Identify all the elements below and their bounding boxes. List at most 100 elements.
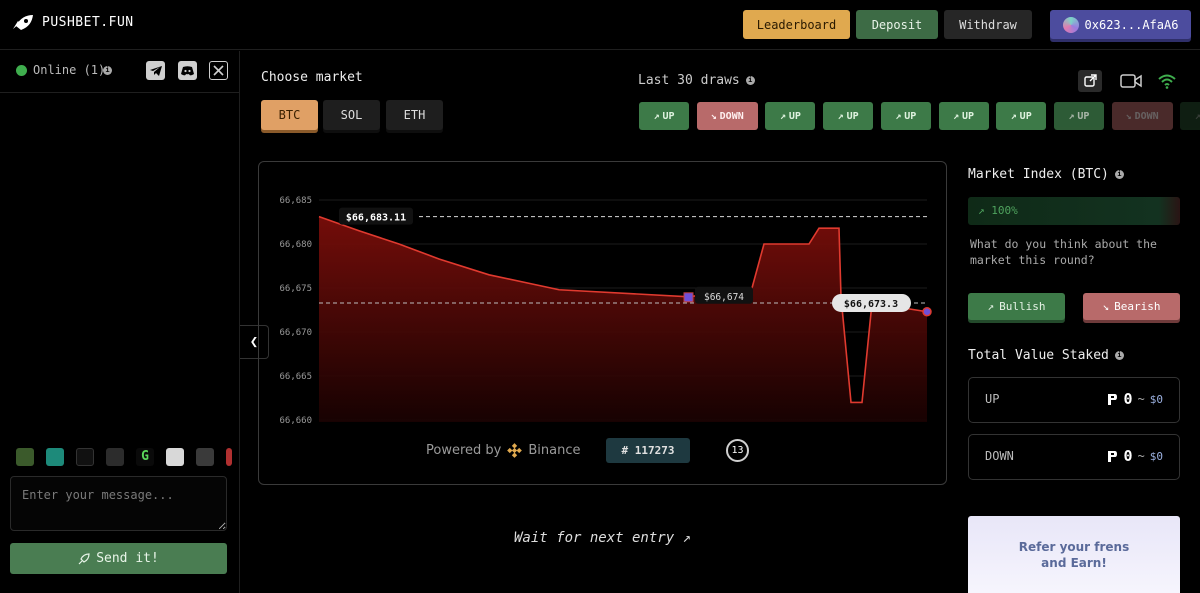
draws-history: ↗UP↘DOWN↗UP↗UP↗UP↗UP↗UP↗UP↘DOWN↗UP	[639, 102, 1200, 131]
draw-up-badge: ↗UP	[938, 102, 989, 130]
x-twitter-icon[interactable]	[209, 61, 228, 80]
draw-label: UP	[904, 110, 917, 122]
binance-logo-icon	[507, 443, 523, 458]
mid-price-marker	[683, 292, 694, 303]
arrow-down-right-icon: ↘	[710, 110, 717, 122]
price-chart: 66,685 66,680 66,675 66,670 66,665 66,660 $66,…	[279, 196, 932, 426]
emoji-green-g-icon[interactable]: G	[136, 448, 154, 466]
info-icon[interactable]: i	[745, 76, 755, 85]
powered-by: Powered by Binance	[426, 443, 580, 458]
draw-label: UP	[846, 110, 859, 122]
wallet-address: 0x623...AfaA6	[1084, 17, 1179, 32]
emoji-glasses-icon[interactable]	[106, 448, 124, 466]
info-icon[interactable]: i	[1114, 170, 1124, 179]
wallet-button[interactable]: 0x623...AfaA6	[1050, 10, 1191, 39]
start-price-label: $66,683.11	[346, 213, 406, 224]
arrow-up-right-icon: ↗	[779, 110, 786, 122]
draw-label: UP	[961, 110, 975, 122]
draw-label: DOWN	[1134, 110, 1159, 122]
arrow-up-right-icon: ↗	[1068, 110, 1075, 122]
stake-down-value: 0 ~ $0	[1107, 447, 1163, 465]
stake-up-amount: 0	[1123, 390, 1133, 408]
chat-message-input[interactable]	[10, 476, 227, 531]
wait-text: Wait for next entry	[514, 530, 675, 546]
info-icon[interactable]: i	[103, 66, 112, 75]
online-count: Online (1)	[33, 63, 106, 77]
video-camera-icon	[1120, 74, 1142, 88]
deposit-button[interactable]: Deposit	[856, 10, 938, 39]
rocket-icon	[78, 552, 90, 564]
total-staked-label: Total Value Staked i	[968, 348, 1124, 363]
stake-down-box: DOWN 0 ~ $0	[968, 434, 1180, 480]
draw-label: UP	[662, 110, 675, 122]
bullish-button[interactable]: ↗ Bullish	[968, 293, 1065, 320]
draw-up-badge: ↗UP	[823, 102, 874, 130]
market-index-label: Market Index (BTC) i	[968, 167, 1124, 182]
video-button[interactable]	[1119, 70, 1143, 92]
draw-up-badge: ↗UP	[1180, 102, 1200, 130]
emoji-teal-icon[interactable]	[46, 448, 64, 466]
market-btc-button[interactable]: BTC	[261, 100, 318, 130]
y-tick-label: 66,665	[279, 372, 312, 382]
bearish-button[interactable]: ↘ Bearish	[1083, 293, 1180, 320]
stake-up-box: UP 0 ~ $0	[968, 377, 1180, 423]
arrow-up-right-icon: ↗	[1010, 110, 1017, 122]
withdraw-button[interactable]: Withdraw	[944, 10, 1032, 39]
y-tick-label: 66,680	[279, 240, 312, 250]
stake-down-label: DOWN	[985, 449, 1014, 463]
chevron-left-icon: ❮	[249, 334, 259, 350]
draw-down-badge: ↘ DOWN	[1111, 102, 1173, 130]
info-icon[interactable]: i	[1114, 351, 1124, 360]
discord-icon[interactable]	[178, 61, 197, 80]
emoji-penguin-icon[interactable]	[166, 448, 184, 466]
market-sol-button[interactable]: SOL	[323, 100, 380, 130]
leaderboard-button[interactable]: Leaderboard	[743, 10, 850, 39]
connection-status	[1155, 70, 1179, 92]
last-draws-label: Last 30 draws i	[638, 73, 755, 88]
tilde: ~	[1137, 449, 1145, 463]
share-button[interactable]	[1078, 70, 1102, 92]
online-status-dot	[16, 65, 27, 76]
token-icon	[1108, 393, 1118, 405]
wait-status: Wait for next entry ↗	[514, 530, 691, 546]
market-eth-button[interactable]: ETH	[386, 100, 443, 130]
emoji-dark-icon[interactable]	[76, 448, 94, 466]
wallet-avatar-icon	[1062, 16, 1079, 33]
market-question: What do you think about the market this …	[970, 237, 1157, 267]
emoji-cat-icon[interactable]	[196, 448, 214, 466]
arrow-up-right-icon: ↗	[1194, 110, 1200, 122]
send-label: Send it!	[96, 551, 159, 566]
last-draws-text: Last 30 draws	[638, 73, 740, 88]
draw-up-badge: ↗UP	[639, 102, 689, 130]
online-row: Online (1) i	[0, 51, 239, 93]
bullish-label: Bullish	[999, 300, 1046, 313]
telegram-icon[interactable]	[146, 61, 165, 80]
choose-market-label: Choose market	[261, 70, 363, 85]
logo[interactable]: PUSHBET.FUN	[12, 14, 134, 30]
y-tick-label: 66,660	[279, 416, 312, 426]
refer-banner[interactable]: Refer your frens and Earn!	[968, 516, 1180, 593]
draw-label: DOWN	[719, 110, 744, 122]
draw-up-badge: ↗UP	[880, 102, 931, 130]
y-tick-label: 66,675	[279, 284, 312, 294]
stake-up-label: UP	[985, 392, 1000, 406]
share-icon	[1084, 74, 1097, 87]
countdown-timer: 13	[726, 439, 749, 462]
arrow-up-right-icon: ↗	[653, 110, 660, 122]
send-button[interactable]: Send it!	[10, 543, 227, 574]
tilde: ~	[1137, 392, 1145, 406]
emoji-frog-icon[interactable]	[16, 448, 34, 466]
stake-down-amount: 0	[1123, 447, 1133, 465]
trend-up-icon: ↗	[987, 300, 995, 313]
emoji-red-icon[interactable]	[226, 448, 232, 466]
wifi-icon	[1158, 74, 1176, 89]
current-price-label: $66,673.3	[844, 299, 898, 310]
market-index-title: Market Index (BTC)	[968, 167, 1109, 182]
draw-up-badge: ↗UP	[765, 102, 816, 130]
logo-text: PUSHBET.FUN	[42, 14, 134, 30]
draw-label: UP	[788, 110, 801, 122]
draw-label: UP	[1019, 110, 1032, 122]
round-id-badge: # 117273	[606, 438, 690, 463]
binance-label: Binance	[528, 443, 581, 458]
stake-down-usd: $0	[1149, 449, 1163, 463]
